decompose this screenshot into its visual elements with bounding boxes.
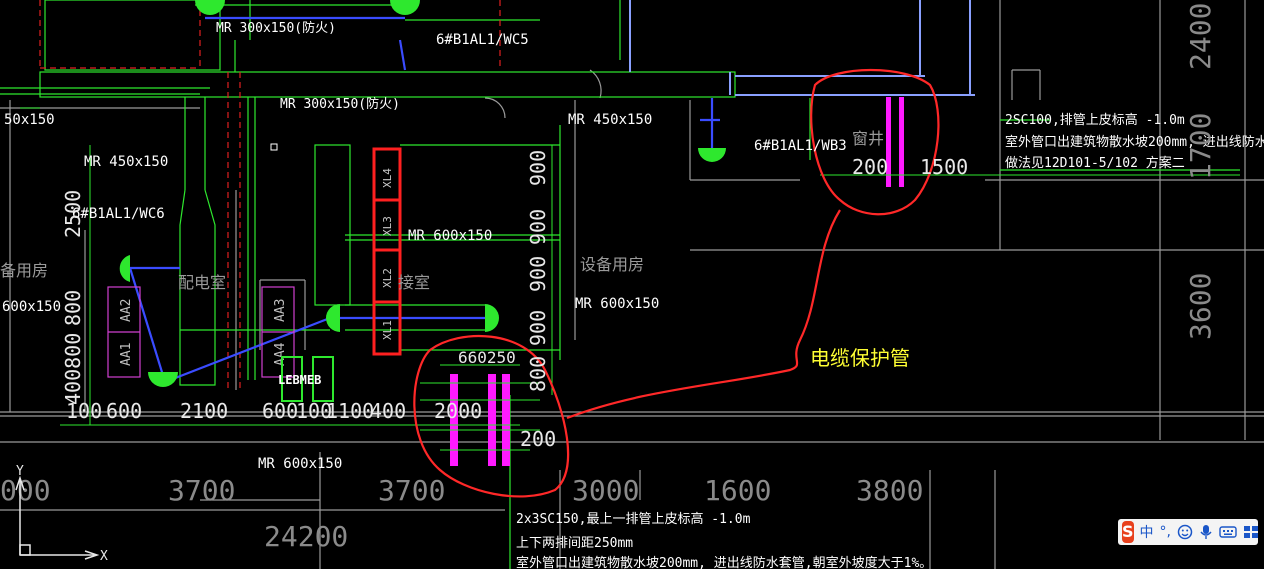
room-access: 接室	[398, 273, 430, 292]
dim-h-400: 400	[370, 399, 406, 423]
label-wb3: 6#B1AL1/WB3	[754, 138, 847, 154]
label-wc5: 6#B1AL1/WC5	[436, 32, 529, 48]
dim-v-900-2: 900	[526, 209, 550, 245]
fixture-top-mid	[390, 0, 420, 15]
cursor-marker	[270, 143, 278, 151]
pipe-right-2	[899, 97, 904, 187]
note-right-1: 2SC100,排管上皮标高 -1.0m	[1005, 112, 1185, 128]
room-equipment: 设备用房	[580, 255, 644, 274]
pipe-bottom-3	[502, 374, 510, 466]
dim-v-2500: 2500	[61, 190, 85, 238]
grid-dim-1600: 1600	[704, 474, 771, 507]
cabinet-xl1-label: XL1	[381, 320, 394, 340]
grid-dim-total: 24200	[264, 520, 348, 553]
label-mr600-mid: MR 600x150	[408, 228, 492, 244]
light-fixtures	[119, 0, 726, 387]
label-mr450-leftedge: 50x150	[4, 112, 55, 128]
cad-drawing-canvas[interactable]: AA1 AA2 AA3 AA4 XL4 XL3 XL2 XL1 LEBMEB M…	[0, 0, 1264, 569]
label-mr600-bottom: MR 600x150	[258, 456, 342, 472]
ime-keyboard-icon[interactable]	[1219, 523, 1237, 541]
dim-h-600b: 600	[262, 399, 298, 423]
room-electric: 配电室	[178, 273, 226, 292]
ime-toolbar[interactable]: S 中 °,	[1118, 519, 1258, 545]
label-mr600-leftedge: 600x150	[2, 299, 61, 315]
pipe-bottom-2	[488, 374, 496, 466]
panel-aa3-label: AA3	[273, 299, 288, 322]
note-bottom-3: 室外管口出建筑物散水坡200mm, 进出线防水套管,朝室外坡度大于1%。	[516, 555, 932, 569]
leb-meb-label: LEBMEB	[278, 373, 321, 387]
grid-dim-000: 000	[0, 474, 51, 507]
note-bottom-2: 上下两排间距250mm	[516, 536, 633, 551]
grid-dim-3700b: 3700	[378, 474, 445, 507]
cabinet-labels: XL4 XL3 XL2 XL1	[381, 168, 394, 340]
cabinet-xl4-label: XL4	[381, 168, 394, 188]
grid-dim-2400: 2400	[1184, 3, 1217, 70]
note-bottom-1: 2x3SC150,最上一排管上皮标高 -1.0m	[516, 511, 751, 527]
dim-v-800-left: 800	[61, 290, 85, 326]
grid-dim-3000: 3000	[572, 474, 639, 507]
grid-dim-1700: 1700	[1184, 113, 1217, 180]
room-shaft: 窗井	[852, 129, 884, 148]
grid-dim-3700a: 3700	[168, 474, 235, 507]
ime-logo-icon[interactable]: S	[1122, 521, 1134, 543]
dim-h-2000: 2000	[434, 399, 482, 423]
fixture-right	[698, 148, 726, 162]
fixture-mid-right	[485, 304, 499, 332]
dim-660250: 660250	[458, 348, 516, 367]
grid-dim-3600: 3600	[1184, 273, 1217, 340]
cabinet-xl2-label: XL2	[381, 268, 394, 288]
label-mr450-right: MR 450x150	[568, 112, 652, 128]
label-mr300-top: MR 300x150(防火)	[216, 20, 336, 36]
ucs-x-label: X	[100, 549, 108, 564]
dim-v-800: 800	[526, 356, 550, 392]
dim-v-900-1: 900	[526, 150, 550, 186]
dim-h-2100: 2100	[180, 399, 228, 423]
cable-protection-callout: 电缆保护管	[810, 346, 910, 370]
annotation-leader	[566, 209, 841, 420]
dim-h-1100: 1100	[326, 399, 374, 423]
fixture-mid	[326, 304, 340, 332]
note-right-2: 室外管口出建筑物散水坡200mm, 进出线防水套	[1005, 134, 1264, 150]
fixture-bottom-left	[148, 372, 178, 387]
ime-menu-icon[interactable]	[1243, 523, 1259, 541]
dim-h-600a: 600	[106, 399, 142, 423]
ucs-y-label: Y	[16, 464, 24, 479]
note-right-3: 做法见12D101-5/102 方案二	[1005, 155, 1185, 171]
dim-v-400800: 400800	[61, 333, 85, 405]
label-wc6: 6#B1AL1/WC6	[72, 206, 165, 222]
label-mr600-right: MR 600x150	[575, 296, 659, 312]
ime-microphone-icon[interactable]	[1199, 523, 1213, 541]
distribution-panels	[107, 286, 295, 378]
room-equipment-left: 备用房	[0, 261, 48, 280]
ime-lang-toggle[interactable]: 中	[1140, 522, 1154, 542]
cabinet-xl3-label: XL3	[381, 216, 394, 236]
label-mr450-left: MR 450x150	[84, 154, 168, 170]
dim-h-100a: 100	[66, 399, 102, 423]
dim-v-900-4: 900	[526, 310, 550, 346]
label-mr300-mid: MR 300x150(防火)	[280, 96, 400, 112]
dim-200: 200	[520, 427, 556, 451]
dim-v-900-3: 900	[526, 256, 550, 292]
fixture-left	[119, 255, 130, 282]
grid-dim-3800: 3800	[856, 474, 923, 507]
dim-1500: 1500	[920, 155, 968, 179]
panel-aa4-label: AA4	[273, 342, 288, 366]
dim-200-right: 200	[852, 155, 888, 179]
panel-aa2-label: AA2	[119, 299, 134, 322]
ime-punct-toggle[interactable]: °,	[1160, 524, 1171, 540]
panel-aa1-label: AA1	[119, 343, 134, 366]
ime-emoji-icon[interactable]	[1177, 523, 1193, 541]
